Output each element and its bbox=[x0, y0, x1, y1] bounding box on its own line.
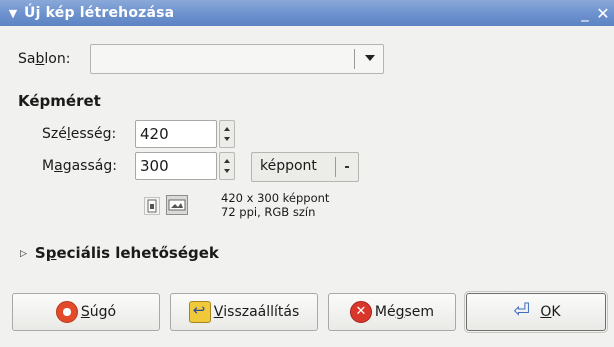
stepper-up-icon[interactable] bbox=[224, 159, 230, 163]
help-lifebuoy-icon bbox=[55, 301, 78, 323]
combo-separator bbox=[335, 157, 336, 177]
window-menu-icon[interactable]: ▼ bbox=[2, 7, 24, 20]
ok-enter-icon bbox=[511, 298, 537, 323]
image-size-info: 420 x 300 képpont bbox=[221, 191, 330, 205]
width-input[interactable]: 420 bbox=[135, 120, 217, 148]
width-label: Szélesség: bbox=[42, 126, 117, 142]
stepper-up-icon[interactable] bbox=[224, 127, 230, 131]
height-input[interactable]: 300 bbox=[135, 152, 217, 180]
close-icon[interactable]: ✕ bbox=[594, 4, 612, 23]
image-resolution-info: 72 ppi, RGB szín bbox=[221, 205, 316, 219]
template-label: Sablon: bbox=[18, 51, 71, 67]
landscape-orientation-icon[interactable] bbox=[166, 195, 188, 215]
unit-value: képpont bbox=[260, 158, 317, 174]
expander-triangle-icon[interactable]: ▷ bbox=[20, 249, 27, 259]
ok-button[interactable]: OK bbox=[464, 291, 608, 333]
advanced-options-expander[interactable]: ▷ Speciális lehetőségek bbox=[20, 244, 219, 262]
combo-separator bbox=[354, 49, 355, 69]
template-combo[interactable] bbox=[90, 44, 384, 74]
cancel-button[interactable]: ✕ Mé g sem bbox=[328, 293, 456, 331]
help-button[interactable]: Súgó bbox=[12, 293, 160, 331]
window-title: Új kép létrehozása bbox=[24, 5, 175, 21]
unit-select[interactable]: képpont bbox=[251, 152, 359, 182]
reset-button[interactable]: Visszaállítás bbox=[170, 293, 318, 331]
chevron-down-icon[interactable] bbox=[345, 166, 349, 168]
title-bar[interactable]: ▼ Új kép létrehozása _ ✕ bbox=[0, 0, 614, 26]
stepper-down-icon[interactable] bbox=[224, 169, 230, 173]
reset-icon bbox=[188, 301, 211, 323]
width-stepper[interactable] bbox=[219, 120, 235, 148]
height-stepper[interactable] bbox=[219, 152, 235, 180]
cancel-icon: ✕ bbox=[349, 301, 372, 323]
image-size-heading: Képméret bbox=[18, 92, 101, 110]
portrait-orientation-icon[interactable] bbox=[144, 197, 160, 215]
stepper-down-icon[interactable] bbox=[224, 137, 230, 141]
minimize-icon[interactable]: _ bbox=[576, 4, 594, 22]
height-label: Magasság: bbox=[42, 158, 117, 174]
chevron-down-icon[interactable] bbox=[365, 55, 375, 61]
image-info: 420 x 300 képpont 72 ppi, RGB szín bbox=[221, 191, 329, 219]
